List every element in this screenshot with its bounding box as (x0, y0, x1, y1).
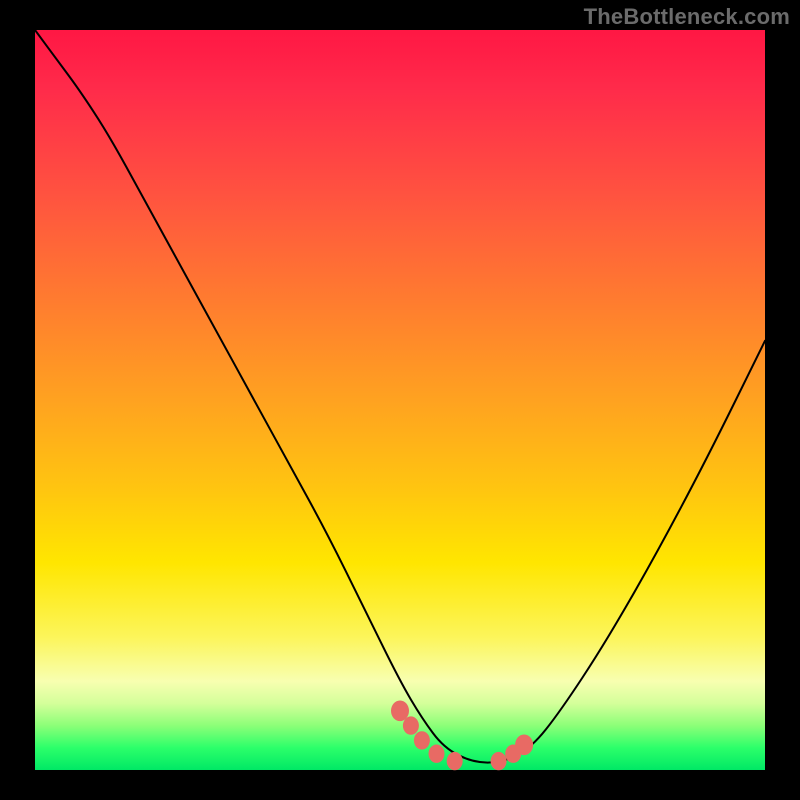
data-marker (515, 734, 533, 755)
data-marker (403, 716, 419, 734)
data-marker (447, 752, 463, 770)
chart-svg (35, 30, 765, 770)
watermark-text: TheBottleneck.com (584, 4, 790, 30)
chart-frame: TheBottleneck.com (0, 0, 800, 800)
data-marker (414, 731, 430, 749)
data-marker (391, 700, 409, 721)
data-marker (491, 752, 507, 770)
bottleneck-curve (35, 30, 765, 763)
data-marker (429, 745, 445, 763)
markers-group (391, 700, 533, 770)
plot-area (35, 30, 765, 770)
